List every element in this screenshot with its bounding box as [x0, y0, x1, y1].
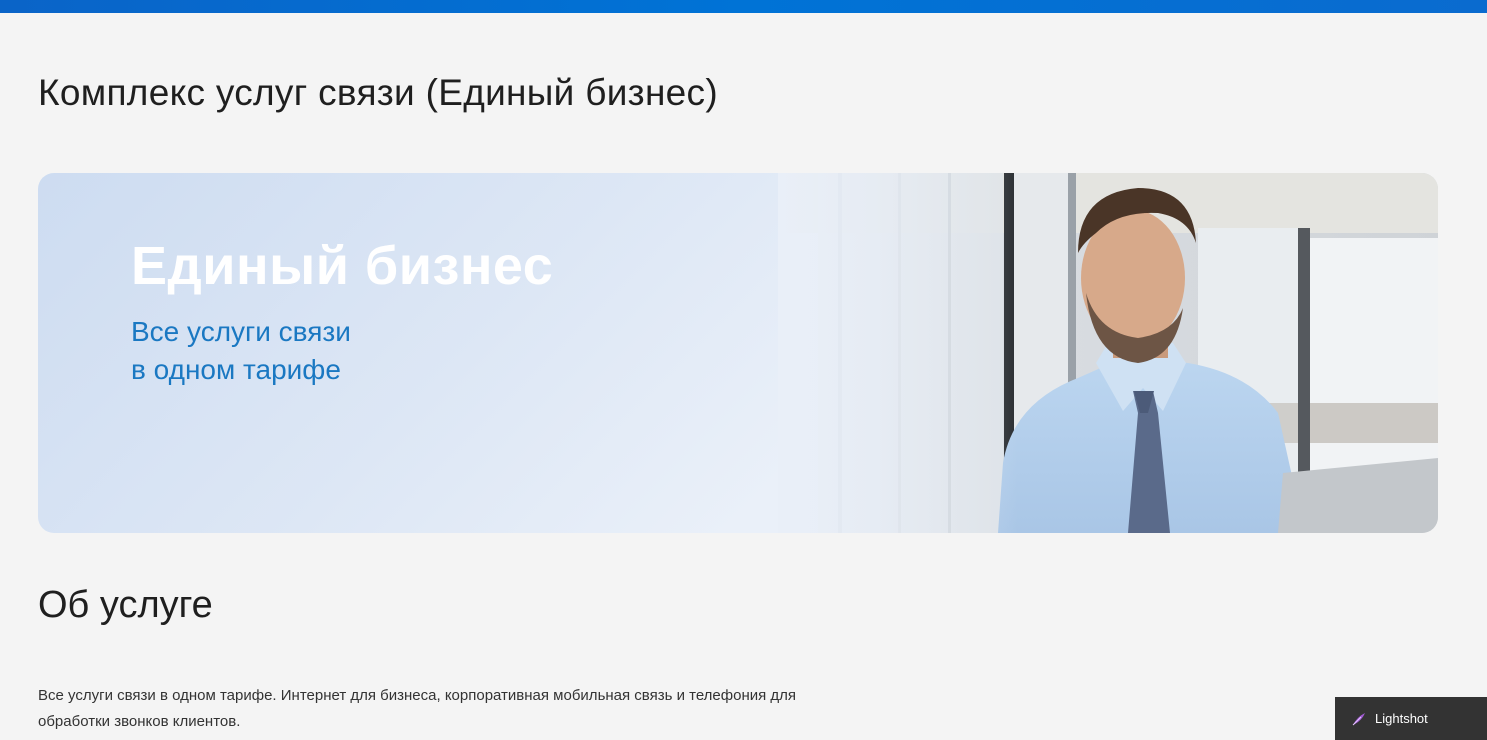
about-section-title: Об услуге [38, 584, 213, 626]
banner-subtitle-line1: Все услуги связи [131, 316, 351, 347]
top-accent-bar [0, 0, 1487, 13]
banner-heading: Единый бизнес [131, 236, 554, 296]
feather-icon [1352, 712, 1365, 725]
banner-subtitle-line2: в одном тарифе [131, 354, 341, 385]
lightshot-label: Lightshot [1375, 711, 1428, 726]
banner-photo-fade [778, 173, 1018, 533]
banner-subtitle: Все услуги связи в одном тарифе [131, 313, 351, 389]
promo-banner[interactable]: Единый бизнес Все услуги связи в одном т… [38, 173, 1438, 533]
about-description: Все услуги связи в одном тарифе. Интерне… [38, 687, 797, 730]
lightshot-overlay[interactable]: Lightshot [1335, 697, 1487, 740]
page-title: Комплекс услуг связи (Единый бизнес) [38, 72, 718, 113]
